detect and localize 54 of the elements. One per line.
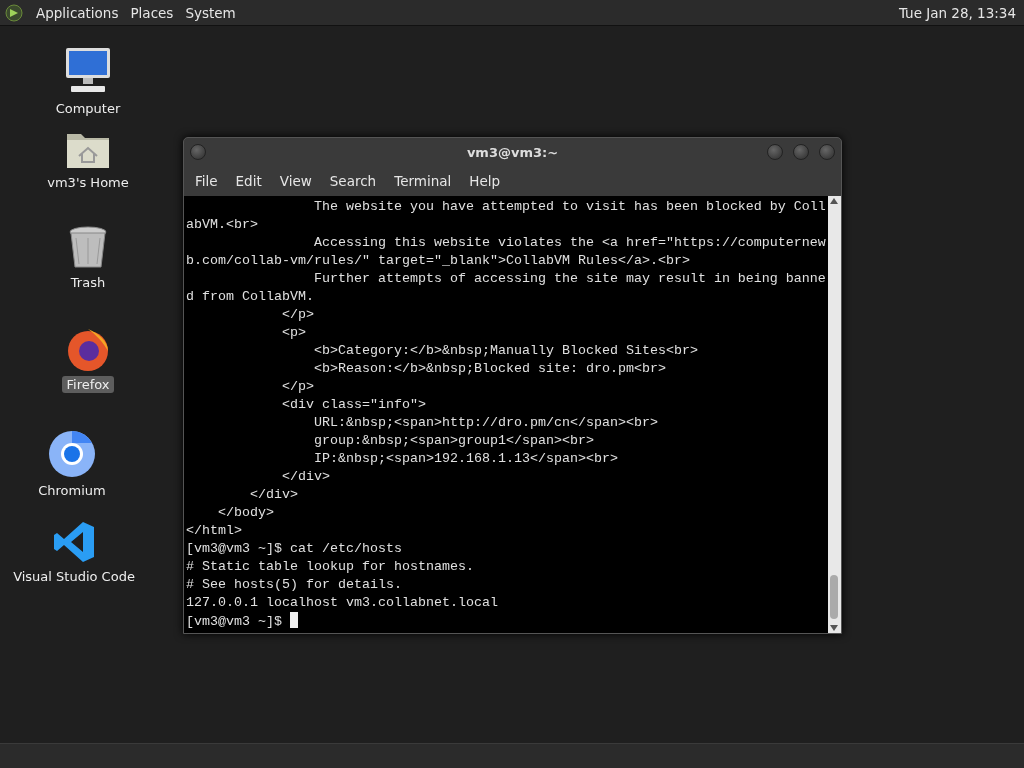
- terminal-line: The website you have attempted to visit has been blocked by Coll: [312, 198, 826, 216]
- window-title: vm3@vm3:~: [465, 144, 560, 160]
- maximize-button[interactable]: [793, 144, 809, 160]
- desktop-icon-label[interactable]: Firefox: [62, 376, 114, 393]
- chromium-icon: [48, 430, 96, 478]
- terminal-line: <b>Category:</b>&nbsp;Manually Blocked Sites<br>: [312, 342, 699, 360]
- terminal-line: </body>: [217, 504, 275, 522]
- terminal-line: <p>: [280, 324, 307, 342]
- desktop-icon-label[interactable]: Computer: [51, 100, 125, 117]
- menu-item[interactable]: View: [270, 169, 321, 193]
- shell-prompt: [vm3@vm3 ~]$: [186, 614, 283, 629]
- panel-menu[interactable]: System: [185, 2, 236, 23]
- terminal-line: URL:&nbsp;<span>http://dro.pm/cn</span><br>: [312, 414, 659, 432]
- terminal-line: d from CollabVM.: [186, 288, 315, 306]
- terminal-line: </p>: [280, 378, 315, 396]
- scrollbar-thumb[interactable]: [830, 575, 839, 619]
- code-editor-icon: [52, 520, 96, 564]
- window-menu-button[interactable]: [190, 144, 206, 160]
- terminal-line: # See hosts(5) for details.: [186, 576, 403, 594]
- terminal-line: <b>Reason:</b>&nbsp;Blocked site: dro.pm<br>: [312, 360, 667, 378]
- terminal-line: IP:&nbsp;<span>192.168.1.13</span><br>: [312, 450, 619, 468]
- desktop-icon-label[interactable]: Visual Studio Code: [9, 568, 139, 585]
- terminal-line: 127.0.0.1 localhost vm3.collabnet.local: [186, 594, 499, 612]
- scroll-down-icon[interactable]: [830, 625, 839, 631]
- terminal-line: </div>: [249, 486, 299, 504]
- trash-icon: [68, 226, 108, 270]
- terminal-line: group:&nbsp;<span>group1</span><br>: [312, 432, 595, 450]
- terminal-line: [vm3@vm3 ~]$ cat /etc/hosts: [186, 540, 403, 558]
- menu-item[interactable]: Search: [320, 169, 386, 193]
- terminal-line: </div>: [280, 468, 331, 486]
- distro-logo-icon[interactable]: [4, 2, 24, 23]
- terminal-line: </p>: [280, 306, 315, 324]
- terminal-line: Further attempts of accessing the site may result in being banne: [312, 270, 826, 288]
- panel-menu[interactable]: Places: [130, 2, 174, 23]
- panel-menu[interactable]: Applications: [36, 2, 119, 23]
- scrollbar[interactable]: [827, 196, 841, 633]
- close-button[interactable]: [819, 144, 835, 160]
- terminal-line: Accessing this website violates the <a href="https://computernew: [312, 234, 826, 252]
- menu-item[interactable]: Terminal: [385, 169, 461, 193]
- menu-item[interactable]: Edit: [226, 169, 271, 193]
- terminal-line: b.com/collab-vm/rules/" target="_blank">CollabVM Rules</a>.<br>: [186, 252, 691, 270]
- desktop-icon-label[interactable]: Trash: [66, 274, 110, 291]
- menu-item[interactable]: Help: [460, 169, 510, 193]
- text-cursor: [290, 612, 298, 628]
- clock[interactable]: Tue Jan 28, 13:34: [898, 4, 1020, 21]
- terminal-line: abVM.<br>: [186, 216, 259, 234]
- desktop-icon-label[interactable]: Chromium: [34, 482, 110, 499]
- menu-item[interactable]: File: [186, 169, 227, 193]
- minimize-button[interactable]: [767, 144, 783, 160]
- scroll-up-icon[interactable]: [830, 198, 839, 204]
- desktop-icon-label[interactable]: vm3's Home: [43, 174, 133, 191]
- terminal-line: # Static table lookup for hostnames.: [186, 558, 475, 576]
- terminal-line: <div class="info">: [280, 396, 427, 414]
- terminal-line: </html>: [186, 522, 243, 540]
